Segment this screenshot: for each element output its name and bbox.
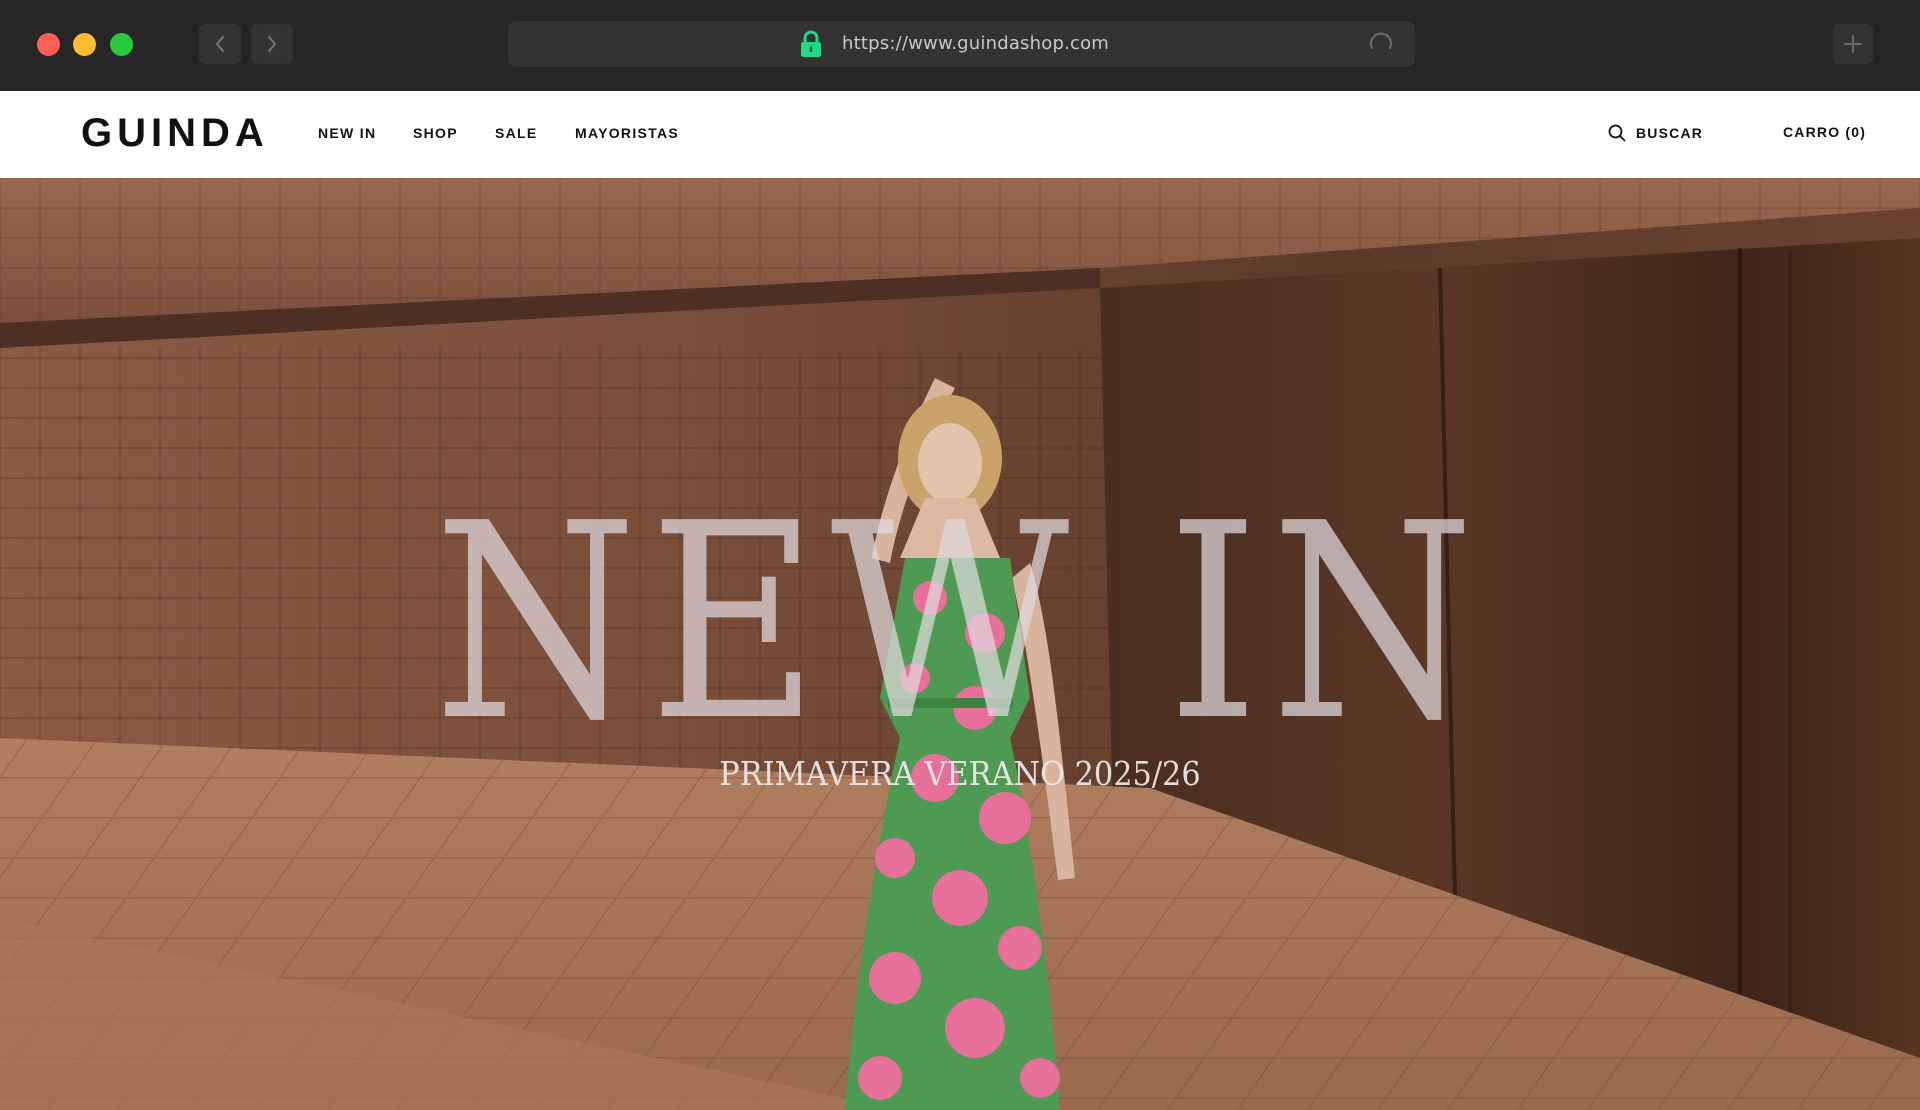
address-bar[interactable]: https://www.guindashop.com: [508, 21, 1415, 67]
maximize-window-button[interactable]: [110, 33, 133, 56]
close-window-button[interactable]: [37, 33, 60, 56]
brand-logo[interactable]: GUINDA: [81, 111, 269, 156]
cart-button[interactable]: CARRO (0): [1783, 124, 1866, 140]
plus-icon: [1844, 35, 1862, 53]
chevron-left-icon: [216, 36, 224, 52]
search-label: BUSCAR: [1636, 125, 1704, 141]
browser-toolbar: https://www.guindashop.com: [0, 0, 1920, 91]
browser-window: https://www.guindashop.com GUINDA NEW IN…: [0, 0, 1920, 1110]
chevron-right-icon: [268, 36, 276, 52]
nav-mayoristas[interactable]: MAYORISTAS: [575, 125, 679, 141]
hero-title: NEW IN: [433, 465, 1487, 780]
lock-icon: [801, 30, 821, 57]
back-button[interactable]: [199, 24, 241, 64]
hero-subtitle: PRIMAVERA VERANO 2025/26: [719, 754, 1201, 793]
hero-banner[interactable]: NEW IN PRIMAVERA VERANO 2025/26: [0, 178, 1920, 1110]
nav-shop[interactable]: SHOP: [413, 125, 458, 141]
new-tab-button[interactable]: [1833, 24, 1873, 64]
nav-sale[interactable]: SALE: [495, 125, 538, 141]
search-icon: [1608, 124, 1626, 142]
search-button[interactable]: BUSCAR: [1608, 124, 1703, 142]
site-header: GUINDA NEW IN SHOP SALE MAYORISTAS BUSCA…: [0, 91, 1920, 178]
url-text[interactable]: https://www.guindashop.com: [842, 33, 1109, 54]
nav-new-in[interactable]: NEW IN: [318, 125, 376, 141]
reload-icon[interactable]: [1367, 30, 1395, 58]
forward-button[interactable]: [251, 24, 293, 64]
minimize-window-button[interactable]: [73, 33, 96, 56]
